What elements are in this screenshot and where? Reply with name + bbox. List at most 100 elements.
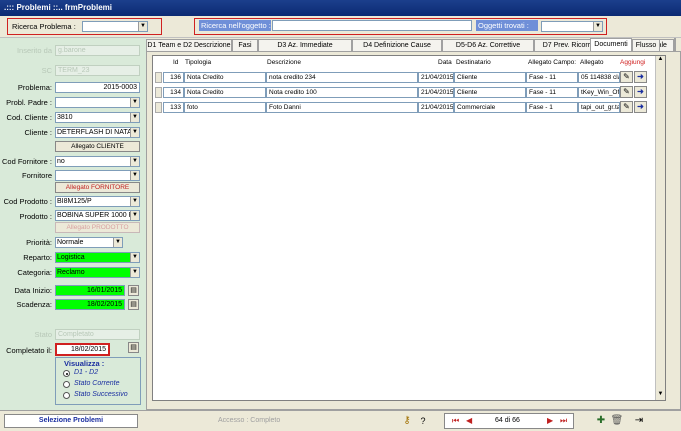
probl-padre-combo[interactable]: ▼ [55, 97, 140, 108]
cod-cliente-combo[interactable]: 3810 ▼ [55, 112, 140, 123]
radio-stato-successivo[interactable] [63, 392, 70, 399]
row-selector[interactable] [155, 87, 162, 98]
data-inizio-field[interactable]: 16/01/2015 [55, 285, 125, 296]
chevron-down-icon[interactable]: ▼ [130, 197, 139, 206]
cell-destinatario[interactable]: Cliente [454, 72, 526, 83]
cell-destinatario[interactable]: Cliente [454, 87, 526, 98]
chevron-down-icon[interactable]: ▼ [130, 98, 139, 107]
cell-descrizione[interactable]: Nota credito 100 [266, 87, 418, 98]
chevron-down-icon[interactable]: ▼ [130, 171, 139, 180]
cell-id[interactable]: 134 [163, 87, 184, 98]
prev-record-icon[interactable]: ◀ [466, 416, 472, 425]
tab-flusso[interactable]: Flusso [632, 39, 660, 51]
cod-fornitore-combo[interactable]: no ▼ [55, 156, 140, 167]
chevron-down-icon[interactable]: ▼ [130, 113, 139, 122]
tab-d1-d2[interactable]: D1 Team e D2 Descrizione [146, 39, 232, 51]
selezione-problemi-button[interactable]: Selezione Problemi [4, 414, 138, 428]
probl-padre-label: Probl. Padre : [6, 98, 52, 107]
prodotto-combo[interactable]: BOBINA SUPER 1000 P ▼ [55, 210, 140, 221]
tab-d3[interactable]: D3 Az. Immediate [258, 39, 352, 51]
categoria-combo[interactable]: Reclamo ▼ [55, 267, 140, 278]
calendar-icon[interactable]: ▤ [128, 285, 139, 296]
cell-allegato[interactable]: tapi_out_gr.ta [578, 102, 620, 113]
record-counter: 64 di 66 [495, 417, 520, 424]
cell-id[interactable]: 133 [163, 102, 184, 113]
col-header-descrizione: Descrizione [267, 59, 301, 66]
exit-door-icon[interactable]: ⇥ [632, 414, 646, 428]
cell-allegato-campo[interactable]: Fase - 11 [526, 87, 578, 98]
cell-allegato-campo[interactable]: Fase - 1 [526, 102, 578, 113]
chevron-down-icon[interactable]: ▼ [130, 128, 139, 137]
allegato-fornitore-button[interactable]: Allegato FORNITORE [55, 182, 140, 193]
col-header-tipologia: Tipologia [185, 59, 212, 66]
window-title: .::: Problemi ::.. frmProblemi [4, 3, 113, 12]
calendar-icon[interactable]: ▤ [128, 299, 139, 310]
scadenza-field[interactable]: 18/02/2015 [55, 299, 125, 310]
grid-vertical-scrollbar[interactable]: ▲ ▼ [655, 56, 665, 400]
scroll-up-icon[interactable]: ▲ [656, 56, 665, 65]
cell-data[interactable]: 21/04/2015 [418, 102, 454, 113]
reparto-combo[interactable]: Logistica ▼ [55, 252, 140, 263]
cell-id[interactable]: 136 [163, 72, 184, 83]
fornitore-combo[interactable]: ▼ [55, 170, 140, 181]
tab-fasi[interactable]: Fasi [232, 39, 258, 51]
chevron-down-icon[interactable]: ▼ [130, 268, 139, 277]
scroll-down-icon[interactable]: ▼ [656, 391, 665, 400]
col-header-allegato: Allegato [580, 59, 604, 66]
cell-allegato[interactable]: 05 114838 cla [578, 72, 620, 83]
aggiungi-button[interactable]: Aggiungi [620, 59, 645, 66]
key-icon[interactable]: ⚷ [400, 414, 414, 428]
chevron-down-icon[interactable]: ▼ [113, 238, 122, 247]
problema-field[interactable]: 2015-0003 [55, 82, 140, 93]
priorita-combo[interactable]: Normale ▼ [55, 237, 123, 248]
arrow-right-icon[interactable]: ➜ [634, 71, 647, 83]
ricerca-problema-label: Ricerca Problema : [12, 22, 76, 31]
chevron-down-icon[interactable]: ▼ [593, 22, 602, 31]
cliente-combo[interactable]: DETERFLASH DI NATAL ▼ [55, 127, 140, 138]
cell-tipologia[interactable]: foto [184, 102, 266, 113]
first-record-icon[interactable]: ⏮ [452, 416, 459, 426]
completato-il-field[interactable]: 18/02/2015 [55, 343, 110, 356]
cell-allegato-campo[interactable]: Fase - 11 [526, 72, 578, 83]
ricerca-oggetto-input[interactable] [272, 20, 472, 31]
cell-destinatario[interactable]: Commerciale [454, 102, 526, 113]
row-selector[interactable] [155, 102, 162, 113]
oggetti-trovati-label: Oggetti trovati : [476, 20, 538, 31]
row-selector[interactable] [155, 72, 162, 83]
tab-documenti[interactable]: Documenti [590, 38, 632, 51]
allegato-cliente-button[interactable]: Allegato CLIENTE [55, 141, 140, 152]
cod-cliente-label: Cod. Cliente : [6, 113, 52, 122]
allegato-prodotto-button[interactable]: Allegato PRODOTTO [55, 222, 140, 233]
chevron-down-icon[interactable]: ▼ [130, 211, 139, 220]
calendar-icon[interactable]: ▤ [128, 342, 139, 353]
chevron-down-icon[interactable]: ▼ [130, 157, 139, 166]
oggetti-trovati-combo[interactable]: ▼ [541, 21, 603, 32]
radio-stato-corrente[interactable] [63, 381, 70, 388]
tab-d5-d6[interactable]: D5-D6 Az. Correttive [442, 39, 534, 51]
cell-data[interactable]: 21/04/2015 [418, 87, 454, 98]
cell-allegato[interactable]: tKey_Win_Off [578, 87, 620, 98]
next-record-icon[interactable]: ▶ [547, 416, 553, 425]
ricerca-problema-combo[interactable]: ▼ [82, 21, 148, 32]
attachment-icon[interactable]: ✎ [620, 71, 633, 83]
arrow-right-icon[interactable]: ➜ [634, 101, 647, 113]
cell-tipologia[interactable]: Nota Credito [184, 72, 266, 83]
new-record-icon[interactable]: ✚ [594, 414, 608, 428]
data-inizio-label: Data Inizio: [14, 286, 52, 295]
arrow-right-icon[interactable]: ➜ [634, 86, 647, 98]
col-header-allegato-campo: Allegato Campo: [528, 59, 577, 66]
cell-tipologia[interactable]: Nota Credito [184, 87, 266, 98]
chevron-down-icon[interactable]: ▼ [130, 253, 139, 262]
help-icon[interactable]: ? [416, 414, 430, 428]
last-record-icon[interactable]: ⏭ [560, 416, 567, 426]
delete-trash-icon[interactable]: 🗑 [610, 414, 624, 428]
cod-prodotto-combo[interactable]: BI8M125/P ▼ [55, 196, 140, 207]
radio-d1-d2[interactable] [63, 370, 70, 377]
chevron-down-icon[interactable]: ▼ [138, 22, 147, 31]
tab-d4[interactable]: D4 Definizione Cause [352, 39, 442, 51]
cell-descrizione[interactable]: Foto Danni [266, 102, 418, 113]
cell-descrizione[interactable]: nota credito 234 [266, 72, 418, 83]
cell-data[interactable]: 21/04/2015 [418, 72, 454, 83]
attachment-icon[interactable]: ✎ [620, 86, 633, 98]
attachment-icon[interactable]: ✎ [620, 101, 633, 113]
